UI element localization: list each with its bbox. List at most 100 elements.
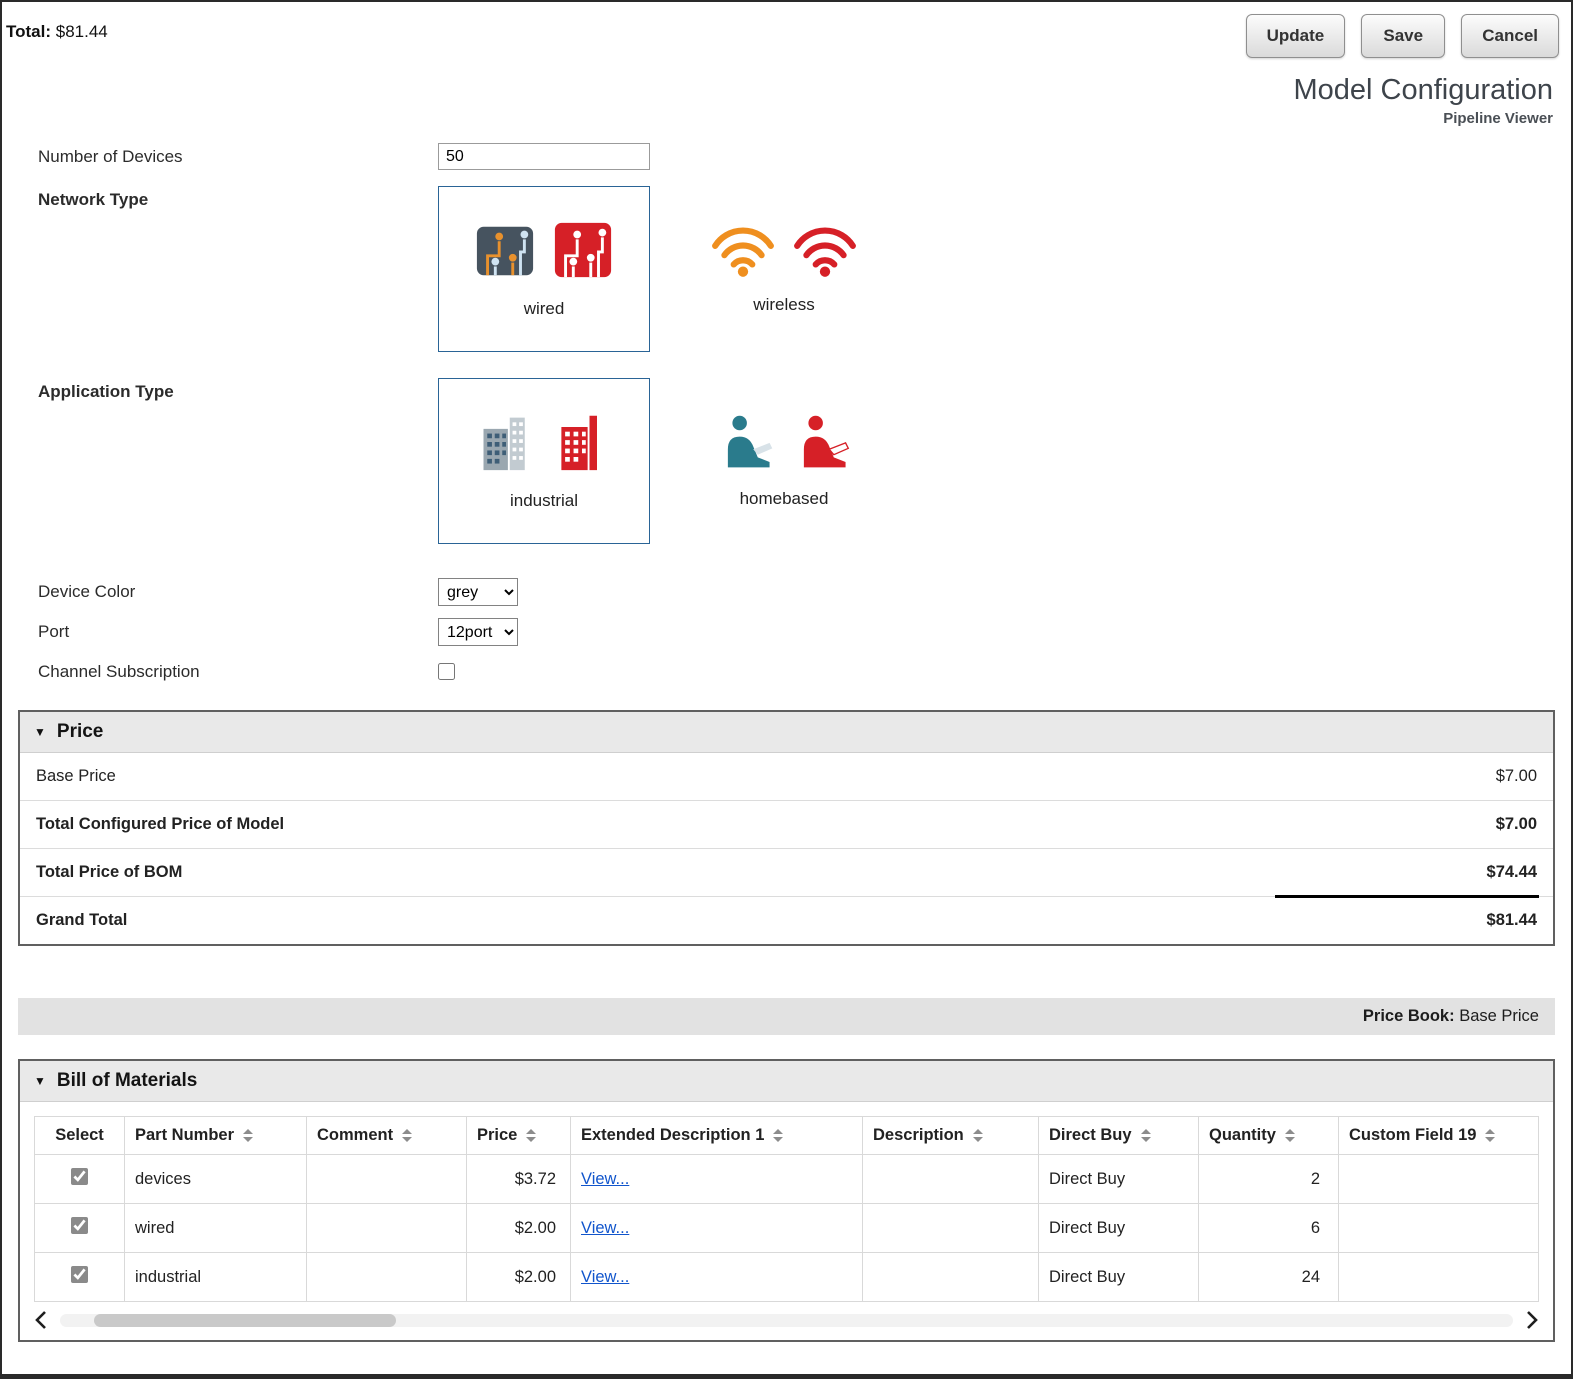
cancel-button[interactable]: Cancel bbox=[1461, 14, 1559, 58]
circuit-board-grey-icon bbox=[476, 226, 534, 276]
bom-col-description[interactable]: Description bbox=[862, 1116, 1039, 1155]
view-link[interactable]: View... bbox=[581, 1268, 629, 1286]
price-row-configured: Total Configured Price of Model $7.00 bbox=[20, 801, 1553, 849]
sort-icon[interactable] bbox=[972, 1129, 983, 1143]
circuit-board-red-icon bbox=[554, 222, 612, 278]
application-option-homebased-label: homebased bbox=[739, 489, 829, 508]
buildings-red-icon bbox=[561, 415, 597, 471]
device-color-row: Device Color grey bbox=[2, 578, 1571, 606]
price-row-value: $81.44 bbox=[1486, 911, 1537, 929]
channel-subscription-checkbox[interactable] bbox=[438, 663, 455, 680]
bom-col-comment[interactable]: Comment bbox=[306, 1116, 467, 1155]
bom-cell-price: $2.00 bbox=[466, 1203, 571, 1253]
scrollbar-thumb[interactable] bbox=[94, 1313, 396, 1327]
bom-cell-comment bbox=[306, 1154, 467, 1204]
update-button[interactable]: Update bbox=[1245, 14, 1346, 58]
bom-col-select-label: Select bbox=[55, 1126, 104, 1144]
wired-icons bbox=[474, 219, 614, 281]
bom-cell-price: $2.00 bbox=[466, 1252, 571, 1302]
bom-row-select-checkbox[interactable] bbox=[71, 1217, 88, 1234]
application-type-label: Application Type bbox=[38, 382, 174, 401]
application-option-homebased[interactable]: homebased bbox=[678, 378, 890, 544]
bom-cell-quantity: 24 bbox=[1198, 1252, 1339, 1302]
bom-cell-description bbox=[862, 1252, 1039, 1302]
save-button[interactable]: Save bbox=[1361, 14, 1446, 58]
application-type-options: industrial homebased bbox=[438, 378, 890, 544]
bom-col-quantity[interactable]: Quantity bbox=[1198, 1116, 1339, 1155]
port-label: Port bbox=[38, 622, 70, 641]
bom-row-select-checkbox[interactable] bbox=[71, 1266, 88, 1283]
bom-col-direct-buy[interactable]: Direct Buy bbox=[1038, 1116, 1199, 1155]
device-color-select[interactable]: grey bbox=[438, 578, 518, 606]
price-panel-header[interactable]: ▼ Price bbox=[20, 712, 1553, 753]
sort-icon[interactable] bbox=[526, 1129, 537, 1143]
price-row-label: Base Price bbox=[36, 767, 116, 785]
wifi-red-icon bbox=[794, 227, 856, 277]
bom-col-price[interactable]: Price bbox=[466, 1116, 571, 1155]
sort-icon[interactable] bbox=[1140, 1129, 1151, 1143]
scroll-right-icon[interactable] bbox=[1525, 1310, 1539, 1330]
action-buttons: Update Save Cancel bbox=[1245, 14, 1559, 58]
number-of-devices-input[interactable] bbox=[438, 143, 650, 170]
bom-col-select: Select bbox=[34, 1116, 125, 1155]
price-row-label: Total Configured Price of Model bbox=[36, 815, 285, 833]
network-option-wireless-label: wireless bbox=[753, 295, 815, 314]
price-book-value: Base Price bbox=[1459, 1007, 1539, 1025]
network-type-row: Network Type wired wireless bbox=[2, 186, 1571, 352]
price-row-value: $7.00 bbox=[1495, 767, 1537, 785]
bom-cell-description bbox=[862, 1154, 1039, 1204]
bom-cell-custom-field-19 bbox=[1338, 1203, 1539, 1253]
sort-icon[interactable] bbox=[1485, 1129, 1496, 1143]
sort-icon[interactable] bbox=[243, 1129, 254, 1143]
horizontal-scrollbar bbox=[20, 1302, 1553, 1340]
application-option-industrial[interactable]: industrial bbox=[438, 378, 650, 544]
sort-icon[interactable] bbox=[402, 1129, 413, 1143]
scroll-left-icon[interactable] bbox=[34, 1310, 48, 1330]
price-row-base: Base Price $7.00 bbox=[20, 753, 1553, 801]
bom-cell-part-number: industrial bbox=[124, 1252, 307, 1302]
application-type-row: Application Type industrial homebased bbox=[2, 378, 1571, 544]
bom-cell-custom-field-19 bbox=[1338, 1252, 1539, 1302]
price-row-value: $74.44 bbox=[1486, 863, 1537, 881]
sort-icon[interactable] bbox=[773, 1129, 784, 1143]
wifi-orange-icon bbox=[712, 227, 774, 277]
port-row: Port 12port bbox=[2, 618, 1571, 646]
title-block: Model Configuration Pipeline Viewer bbox=[2, 74, 1571, 127]
bom-col-price-label: Price bbox=[477, 1126, 518, 1144]
device-color-label: Device Color bbox=[38, 582, 136, 601]
bom-table: Select Part Number Comment Price Extende bbox=[34, 1116, 1539, 1302]
bom-col-custom-field-19[interactable]: Custom Field 19 bbox=[1338, 1116, 1539, 1155]
bom-cell-custom-field-19 bbox=[1338, 1154, 1539, 1204]
collapse-triangle-icon: ▼ bbox=[34, 1074, 46, 1088]
bom-panel-header[interactable]: ▼ Bill of Materials bbox=[20, 1061, 1553, 1102]
model-configuration-page: Total: $81.44 Update Save Cancel Model C… bbox=[0, 0, 1573, 1379]
bom-panel: ▼ Bill of Materials Select Part Number C… bbox=[18, 1059, 1555, 1342]
person-laptop-red-icon bbox=[803, 415, 850, 468]
network-option-wireless[interactable]: wireless bbox=[678, 186, 890, 352]
network-type-label: Network Type bbox=[38, 190, 149, 209]
channel-subscription-label: Channel Subscription bbox=[38, 662, 200, 681]
price-row-bom: Total Price of BOM $74.44 bbox=[20, 849, 1553, 898]
sort-icon[interactable] bbox=[1284, 1129, 1295, 1143]
bom-col-comment-label: Comment bbox=[317, 1126, 394, 1144]
total-value: $81.44 bbox=[55, 22, 108, 41]
bom-col-part-number[interactable]: Part Number bbox=[124, 1116, 307, 1155]
bom-col-description-label: Description bbox=[873, 1126, 964, 1144]
bom-col-part-number-label: Part Number bbox=[135, 1126, 235, 1144]
view-link[interactable]: View... bbox=[581, 1170, 629, 1188]
table-row: industrial $2.00 View... Direct Buy 24 bbox=[34, 1252, 1539, 1302]
bom-header-row: Select Part Number Comment Price Extende bbox=[34, 1116, 1539, 1155]
bom-cell-comment bbox=[306, 1252, 467, 1302]
bom-cell-quantity: 2 bbox=[1198, 1154, 1339, 1204]
bom-col-custom-field-19-label: Custom Field 19 bbox=[1349, 1126, 1477, 1144]
bom-col-extended-description-1[interactable]: Extended Description 1 bbox=[570, 1116, 863, 1155]
view-link[interactable]: View... bbox=[581, 1219, 629, 1237]
price-row-label: Total Price of BOM bbox=[36, 863, 183, 881]
network-type-options: wired wireless bbox=[438, 186, 890, 352]
price-book-bar: Price Book: Base Price bbox=[18, 998, 1555, 1035]
scrollbar-track[interactable] bbox=[60, 1313, 1513, 1327]
port-select[interactable]: 12port bbox=[438, 618, 518, 646]
network-option-wired[interactable]: wired bbox=[438, 186, 650, 352]
homebased-icons bbox=[716, 413, 852, 471]
bom-row-select-checkbox[interactable] bbox=[71, 1168, 88, 1185]
